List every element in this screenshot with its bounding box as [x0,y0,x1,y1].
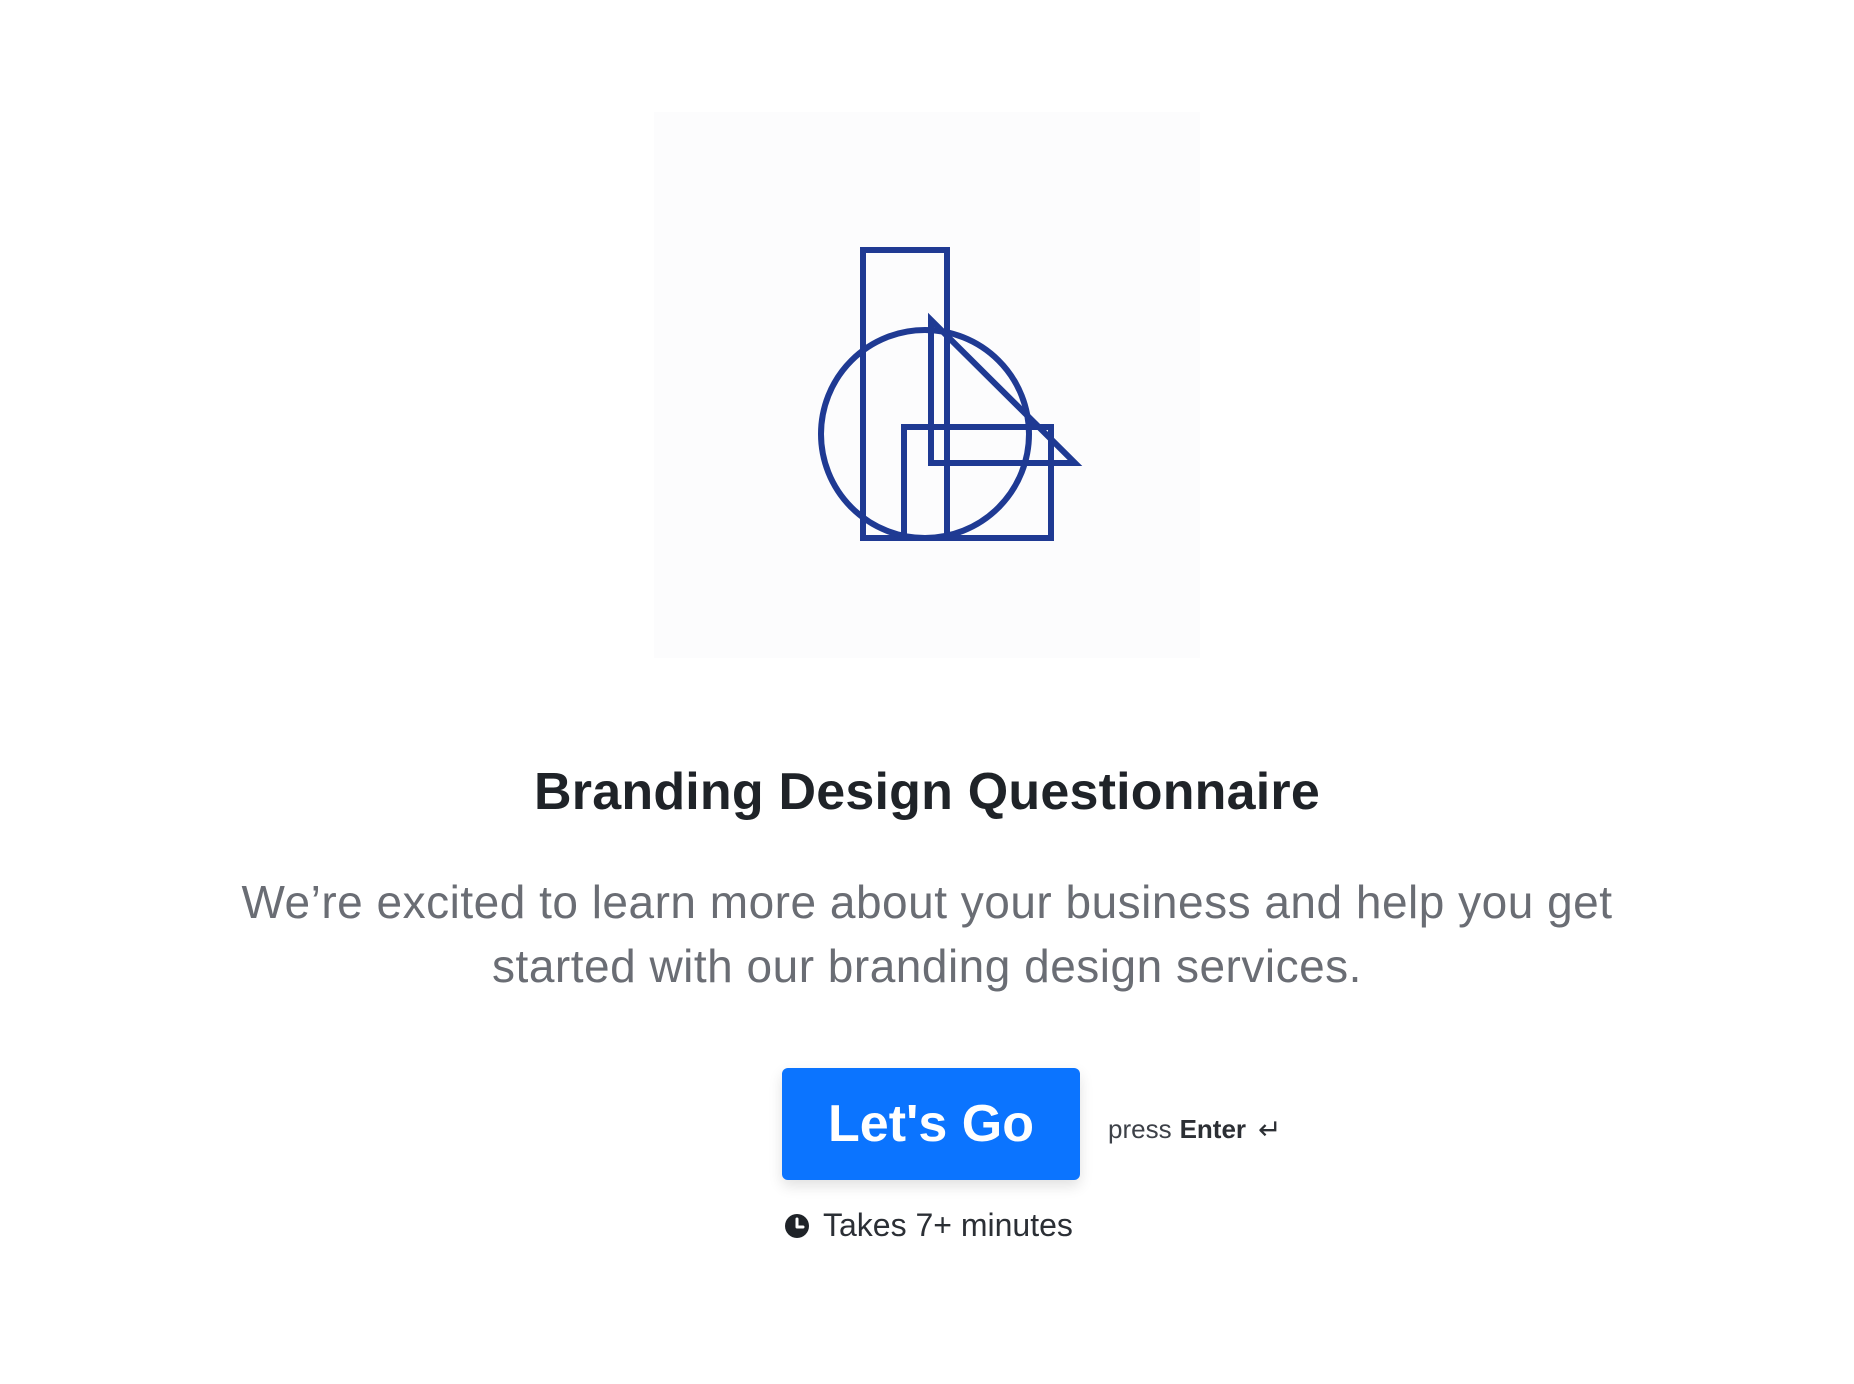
hint-prefix: press [1108,1113,1172,1144]
geometric-logo-icon [818,247,1083,541]
hint-key: Enter [1179,1113,1247,1144]
clock-icon [785,1213,809,1238]
duration-text: Takes 7+ minutes [823,1207,1073,1243]
enter-return-icon: ↵ [1258,1113,1282,1145]
enter-hint: press Enter ↵ [1108,1103,1282,1146]
start-action-row: Let's Go press Enter ↵ [782,1068,1282,1180]
questionnaire-start-page: Branding Design Questionnaire We’re exci… [0,0,1854,1384]
duration-info: Takes 7+ minutes [783,1207,1073,1244]
page-title: Branding Design Questionnaire [534,763,1320,821]
lets-go-button[interactable]: Let's Go [782,1068,1080,1180]
page-description: We’re excited to learn more about your b… [241,876,1613,992]
